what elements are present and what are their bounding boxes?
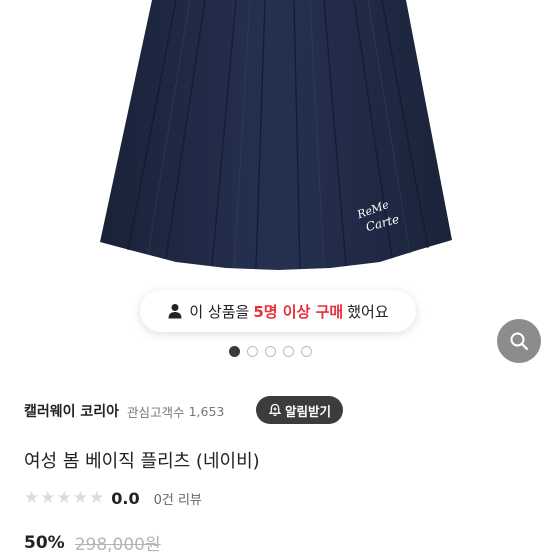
product-image-carousel[interactable]: ReMe Carte — [0, 0, 554, 340]
price-row: 50% 298,000원 — [24, 530, 161, 555]
rating-row[interactable]: ★ ★ ★ ★ ★ 0.0 0건 리뷰 — [24, 488, 202, 508]
star-icon: ★ — [24, 488, 40, 508]
star-rating: ★ ★ ★ ★ ★ — [24, 488, 104, 508]
carousel-dot[interactable] — [301, 346, 312, 357]
review-count-link[interactable]: 0건 리뷰 — [154, 489, 202, 508]
banner-highlight: 5명 이상 구매 — [253, 302, 344, 321]
store-info: 캘러웨이 코리아 관심고객수 1,653 알림받기 — [24, 396, 544, 426]
original-price: 298,000원 — [74, 535, 161, 555]
star-icon: ★ — [40, 488, 56, 508]
notification-button[interactable]: 알림받기 — [256, 396, 344, 424]
carousel-dot[interactable] — [229, 346, 240, 357]
store-name-link[interactable]: 캘러웨이 코리아 — [24, 401, 119, 421]
fans-label: 관심고객수 — [127, 404, 185, 420]
star-icon: ★ — [89, 488, 105, 508]
product-image: ReMe Carte — [100, 0, 452, 270]
carousel-indicator — [229, 346, 312, 357]
person-icon — [168, 304, 182, 319]
rating-value: 0.0 — [111, 488, 140, 508]
discount-rate: 50% — [24, 532, 65, 553]
purchase-count-banner: 이 상품을 5명 이상 구매 했어요 — [140, 290, 416, 332]
notification-button-label: 알림받기 — [285, 403, 332, 419]
bell-plus-icon — [268, 403, 282, 416]
search-icon — [510, 332, 529, 351]
star-icon: ★ — [56, 488, 72, 508]
carousel-dot[interactable] — [283, 346, 294, 357]
star-icon: ★ — [72, 488, 88, 508]
fans-count: 1,653 — [188, 403, 225, 419]
carousel-dot[interactable] — [247, 346, 258, 357]
banner-suffix: 했어요 — [347, 302, 389, 321]
zoom-button[interactable] — [497, 319, 541, 363]
carousel-dot[interactable] — [265, 346, 276, 357]
banner-prefix: 이 상품을 — [189, 302, 250, 321]
product-title: 여성 봄 베이직 플리츠 (네이비) — [24, 451, 260, 472]
